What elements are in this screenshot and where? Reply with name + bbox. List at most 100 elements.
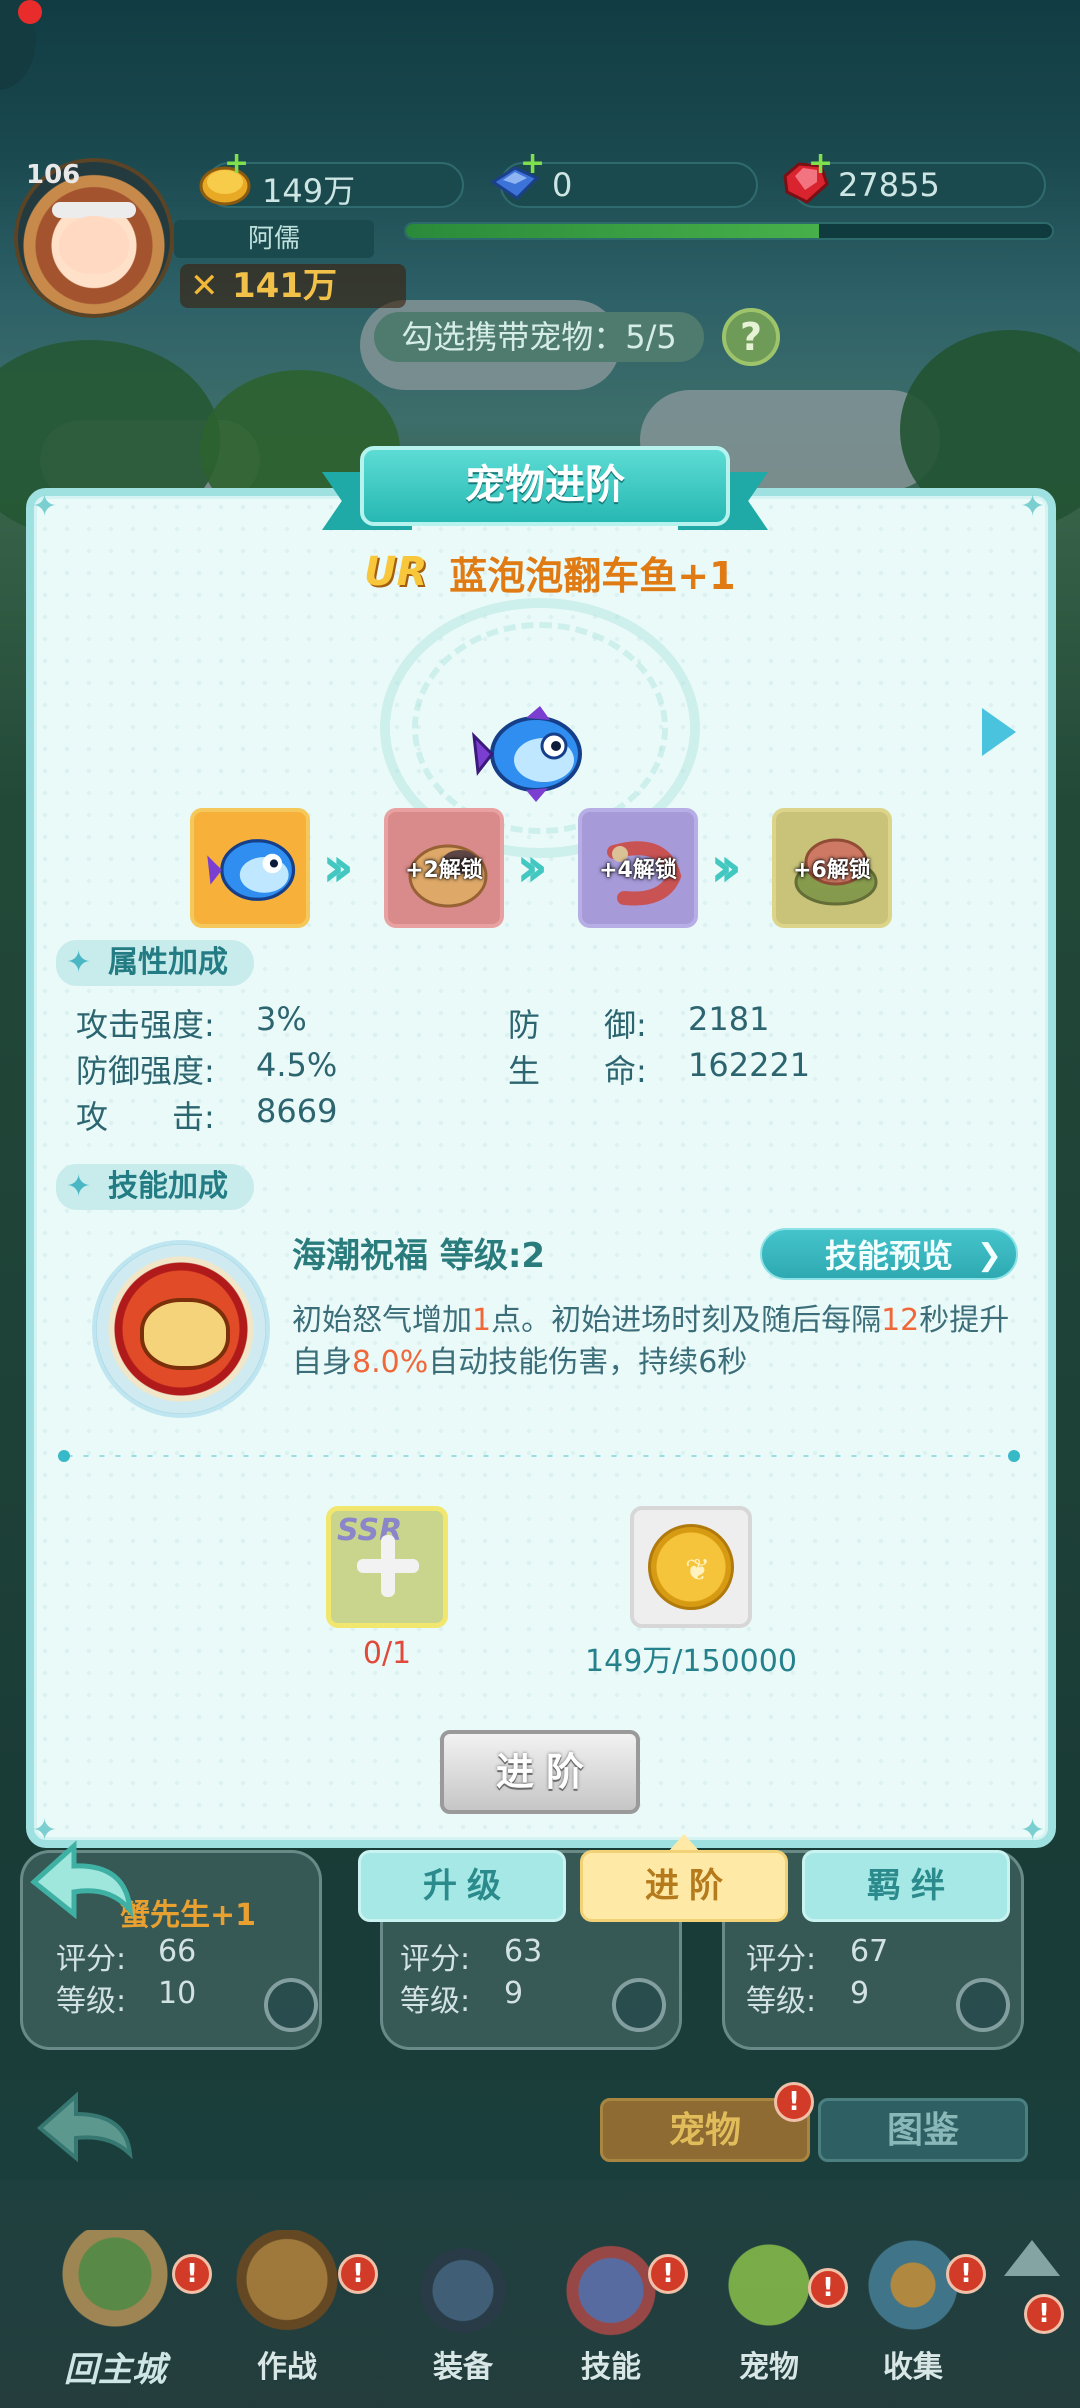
pet-select-toggle[interactable] bbox=[956, 1978, 1010, 2032]
nav-home-alert-badge: ! bbox=[172, 2254, 212, 2294]
pet-card-score-label: 评分: bbox=[400, 1942, 471, 1977]
attr-label: 防 御: bbox=[508, 1006, 647, 1044]
tab-atlas[interactable]: 图鉴 bbox=[818, 2098, 1028, 2162]
cannon-icon bbox=[408, 2230, 518, 2340]
nav-skill-alert-badge: ! bbox=[648, 2254, 688, 2294]
ruby-add-icon[interactable]: + bbox=[808, 146, 833, 181]
pet-card-score-label: 评分: bbox=[746, 1942, 817, 1977]
material-slot-ssr[interactable]: SSR bbox=[326, 1506, 448, 1628]
gem-add-icon[interactable]: + bbox=[520, 146, 545, 181]
pet-sunfish-icon bbox=[207, 839, 296, 901]
next-pet-arrow-icon[interactable] bbox=[982, 708, 1016, 756]
skill-preview-button[interactable]: 技能预览 ❯ bbox=[760, 1228, 1018, 1280]
evolution-stage-locked[interactable]: +4解锁 bbox=[578, 808, 698, 928]
player-name: 阿儒 bbox=[174, 220, 374, 258]
nav-battle[interactable]: 作战 bbox=[212, 2210, 362, 2408]
pet-select-toggle[interactable] bbox=[264, 1978, 318, 2032]
attr-label: 攻击强度: bbox=[76, 1006, 215, 1044]
pet-name-row: UR 蓝泡泡翻车鱼+1 bbox=[364, 544, 736, 600]
recording-indicator-icon bbox=[18, 0, 42, 24]
attr-label: 防御强度: bbox=[76, 1052, 215, 1090]
spellbook-icon bbox=[556, 2230, 666, 2340]
nav-skill[interactable]: 技能 bbox=[536, 2210, 686, 2408]
back-arrow-icon[interactable] bbox=[26, 1840, 136, 1920]
attr-label: 生 命: bbox=[508, 1052, 647, 1090]
tab-advance[interactable]: 进阶 bbox=[580, 1850, 788, 1922]
nav-more-alert-badge: ! bbox=[1024, 2294, 1064, 2334]
pet-card-title: 蟹先生+1 bbox=[120, 1898, 257, 1933]
pet-sunfish-portrait bbox=[472, 706, 582, 802]
exp-bar bbox=[404, 222, 1054, 240]
corner-ornament-icon: ✦ bbox=[32, 489, 58, 524]
corner-ornament-icon: ✦ bbox=[1020, 1813, 1046, 1848]
nav-pet[interactable]: 宠物 bbox=[694, 2210, 844, 2408]
chevron-right-icon: ›› bbox=[322, 835, 354, 900]
rarity-badge: UR bbox=[364, 549, 428, 595]
castle-icon bbox=[60, 2230, 170, 2340]
battle-icon bbox=[232, 2230, 342, 2340]
pet-card-level: 9 bbox=[504, 1976, 524, 2011]
pet-card-score: 67 bbox=[850, 1934, 889, 1969]
skill-description: 初始怒气增加1点。初始进场时刻及随后每隔12秒提升自身8.0%自动技能伤害，持续… bbox=[292, 1303, 1010, 1380]
combat-power-value: 141万 bbox=[232, 266, 337, 306]
section-attributes: ✦ 属性加成 bbox=[56, 940, 254, 986]
skill-icon[interactable] bbox=[92, 1240, 270, 1418]
pet-card-level-label: 等级: bbox=[746, 1984, 817, 2019]
nav-battle-alert-badge: ! bbox=[338, 2254, 378, 2294]
evolution-stage-locked[interactable]: +6解锁 bbox=[772, 808, 892, 928]
expand-up-icon[interactable] bbox=[1004, 2240, 1060, 2276]
chevron-right-icon: ›› bbox=[516, 835, 548, 900]
material-gold-count: 149万/150000 bbox=[585, 1644, 797, 1679]
nav-home[interactable]: 回主城 bbox=[40, 2210, 190, 2408]
pet-card-level: 10 bbox=[158, 1976, 197, 2011]
pet-card-score-label: 评分: bbox=[56, 1942, 127, 1977]
attr-value: 3% bbox=[256, 1000, 307, 1038]
sparkle-icon: ✦ bbox=[66, 1169, 92, 1204]
unlock-label: +4解锁 bbox=[599, 858, 677, 883]
carry-pets-label: 勾选携带宠物：5/5 bbox=[374, 312, 704, 362]
attr-value: 8669 bbox=[256, 1092, 338, 1130]
unlock-label: +6解锁 bbox=[793, 858, 871, 883]
nav-collection[interactable]: 收集 bbox=[838, 2210, 988, 2408]
gold-coin-icon: ❦ bbox=[648, 1524, 734, 1610]
pet-card-score: 63 bbox=[504, 1934, 543, 1969]
combat-power: ✕ 141万 bbox=[180, 264, 406, 308]
unlock-label: +2解锁 bbox=[405, 858, 483, 883]
exp-bar-fill bbox=[406, 224, 820, 238]
attr-value: 4.5% bbox=[256, 1046, 338, 1084]
dialog-title: 宠物进阶 bbox=[360, 446, 730, 526]
help-button[interactable]: ? bbox=[722, 308, 780, 366]
gold-value: 149万 bbox=[262, 172, 356, 210]
tab-pet-alert-badge: ! bbox=[774, 2082, 814, 2122]
nav-equipment[interactable]: 装备 bbox=[388, 2210, 538, 2408]
gold-add-icon[interactable]: + bbox=[224, 146, 249, 181]
chevron-right-icon: ❯ bbox=[976, 1238, 1002, 1273]
pet-select-toggle[interactable] bbox=[612, 1978, 666, 2032]
tab-upgrade[interactable]: 升级 bbox=[358, 1850, 566, 1922]
skill-name: 海潮祝福 等级:2 bbox=[292, 1236, 546, 1276]
pet-card-level-label: 等级: bbox=[56, 1984, 127, 2019]
divider bbox=[62, 1454, 1018, 1458]
advance-button[interactable]: 进阶 bbox=[440, 1730, 640, 1814]
pet-name: 蓝泡泡翻车鱼+1 bbox=[449, 553, 736, 598]
evolution-stage-locked[interactable]: +2解锁 bbox=[384, 808, 504, 928]
gem-value: 0 bbox=[552, 166, 573, 204]
section-skill: ✦ 技能加成 bbox=[56, 1164, 254, 1210]
chevron-right-icon: ›› bbox=[710, 835, 742, 900]
add-material-icon bbox=[357, 1535, 419, 1597]
player-level: 106 bbox=[26, 160, 81, 190]
evolution-stage[interactable] bbox=[190, 808, 310, 928]
attr-value: 2181 bbox=[688, 1000, 770, 1038]
ruby-value: 27855 bbox=[838, 166, 940, 204]
tab-bond[interactable]: 羁绊 bbox=[802, 1850, 1010, 1922]
attr-value: 162221 bbox=[688, 1046, 811, 1084]
attr-label: 攻 击: bbox=[76, 1098, 215, 1136]
back-arrow-icon[interactable] bbox=[30, 2088, 140, 2168]
corner-ornament-icon: ✦ bbox=[1020, 489, 1046, 524]
pet-card-level-label: 等级: bbox=[400, 1984, 471, 2019]
dialog-title-ribbon: 宠物进阶 bbox=[322, 446, 768, 530]
material-slot-gold[interactable]: ❦ bbox=[630, 1506, 752, 1628]
pet-card-level: 9 bbox=[850, 1976, 870, 2011]
material-ssr-count: 0/1 bbox=[362, 1636, 412, 1671]
sparkle-icon: ✦ bbox=[66, 945, 92, 980]
